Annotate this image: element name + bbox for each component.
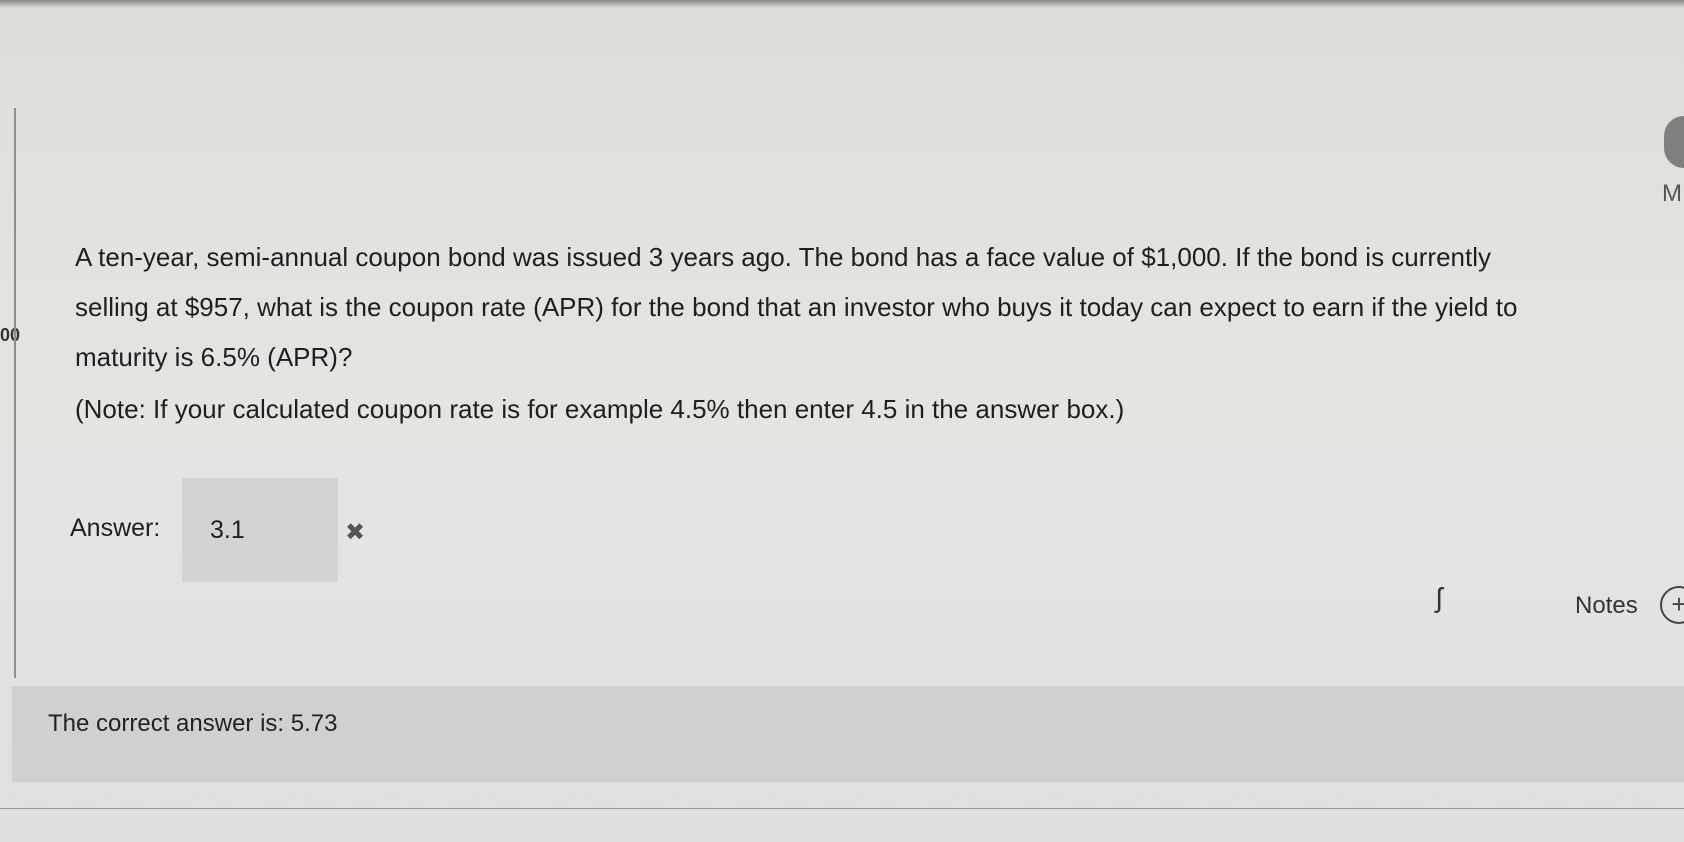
incorrect-icon: ✖ bbox=[345, 519, 366, 546]
add-note-button[interactable]: + bbox=[1660, 586, 1684, 624]
right-edge-letter: M bbox=[1662, 180, 1682, 207]
question-left-border bbox=[14, 108, 16, 678]
page-number-fragment: 00 bbox=[0, 325, 21, 345]
correct-answer-text: The correct answer is: 5.73 bbox=[48, 710, 338, 737]
cursor-mark: ʃ bbox=[1436, 582, 1443, 613]
feedback-banner: The correct answer is: 5.73 bbox=[12, 686, 1684, 782]
top-edge-shadow bbox=[0, 0, 1684, 8]
notes-label[interactable]: Notes bbox=[1575, 592, 1638, 620]
answer-input[interactable]: 3.1 bbox=[182, 478, 338, 582]
bottom-divider bbox=[0, 808, 1684, 809]
question-note: (Note: If your calculated coupon rate is… bbox=[75, 394, 1125, 424]
answer-label: Answer: bbox=[70, 514, 161, 542]
answer-value: 3.1 bbox=[210, 516, 245, 544]
question-body: A ten-year, semi-annual coupon bond was … bbox=[75, 242, 1518, 372]
flag-badge[interactable] bbox=[1664, 116, 1684, 168]
question-text: A ten-year, semi-annual coupon bond was … bbox=[75, 232, 1535, 382]
